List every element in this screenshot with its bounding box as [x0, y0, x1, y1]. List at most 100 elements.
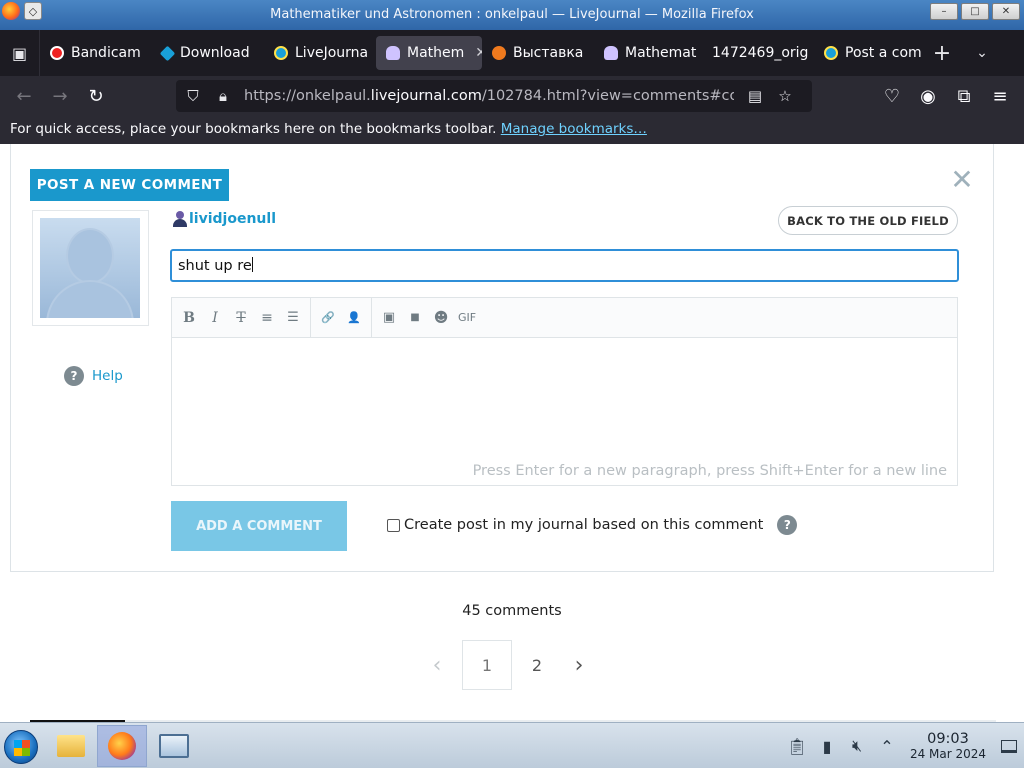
close-form-icon[interactable]: ✕ — [950, 166, 974, 194]
desktop-icon — [1001, 739, 1017, 753]
video-icon[interactable]: ■ — [402, 305, 428, 331]
editor-placeholder: Press Enter for a new paragraph, press S… — [472, 463, 947, 479]
crosspost-label[interactable]: Create post in my journal based on this … — [404, 517, 763, 533]
download-icon — [159, 45, 176, 61]
crosspost-option[interactable]: Create post in my journal based on this … — [387, 515, 798, 535]
tab-label: Mathemat — [625, 45, 697, 61]
manage-bookmarks-link[interactable]: Manage bookmarks… — [501, 121, 647, 137]
extensions-icon[interactable]: ⧉ — [946, 78, 982, 114]
strikethrough-icon[interactable]: T — [228, 305, 254, 331]
reload-button[interactable]: ↻ — [78, 78, 114, 114]
tab-mathematiker[interactable]: Mathemat — [594, 36, 702, 70]
start-button[interactable] — [4, 730, 38, 764]
lock-icon[interactable]: 🔒︎ — [214, 87, 232, 105]
editor-toolbar: B I T ≡ ☰ 🔗 👤 ▣ ■ ☻ GIF — [172, 297, 957, 338]
folder-icon — [57, 735, 85, 757]
tab-label: Download — [180, 45, 250, 61]
page-content: POST A NEW COMMENT ✕ ? Help lividjoenull… — [0, 144, 1024, 724]
page-1-button[interactable]: 1 — [462, 640, 512, 690]
user-avatar-frame — [32, 210, 149, 326]
question-icon[interactable]: ? — [777, 515, 798, 535]
ordered-list-icon[interactable]: ≡ — [254, 305, 280, 331]
pocket-icon[interactable]: ♡ — [874, 78, 910, 114]
tracking-protection-icon[interactable]: ⛉ — [184, 87, 202, 105]
windows-logo-icon — [14, 740, 30, 756]
tab-post-comment[interactable]: Post a com — [814, 36, 922, 70]
back-button[interactable]: ← — [6, 78, 42, 114]
post-new-comment-button[interactable]: POST A NEW COMMENT — [30, 169, 229, 201]
avatar — [40, 218, 140, 318]
page-2-button[interactable]: 2 — [512, 640, 562, 690]
navigation-toolbar: ← → ↻ ⛉ 🔒︎ https://onkelpaul.livejournal… — [0, 76, 1024, 116]
show-desktop-button[interactable] — [994, 739, 1024, 753]
firefox-icon — [108, 732, 136, 760]
clock-date: 24 Mar 2024 — [909, 747, 987, 761]
username[interactable]: lividjoenull — [189, 211, 276, 227]
url-text[interactable]: https://onkelpaul.livejournal.com/102784… — [244, 88, 734, 104]
window-titlebar: ◇ Mathematiker und Astronomen : onkelpau… — [0, 0, 1024, 30]
list-all-tabs-icon[interactable]: ⌄ — [962, 45, 1002, 61]
insert-group: 🔗 👤 — [311, 297, 372, 338]
tab-label: Выставка — [513, 45, 584, 61]
new-tab-button[interactable]: + — [922, 41, 962, 66]
taskbar-computer[interactable] — [149, 725, 199, 767]
comment-subject-input[interactable]: shut up re — [170, 249, 959, 282]
bookmark-star-icon[interactable]: ☆ — [776, 87, 794, 105]
bold-icon[interactable]: B — [176, 305, 202, 331]
person-icon — [604, 46, 618, 60]
comment-author[interactable]: lividjoenull — [173, 211, 276, 227]
gif-icon[interactable]: GIF — [454, 305, 480, 331]
help-link[interactable]: ? Help — [64, 366, 123, 386]
reader-view-icon[interactable]: ▤ — [746, 87, 764, 105]
tab-list-button[interactable]: ▣ — [0, 30, 40, 76]
livejournal-icon — [274, 46, 288, 60]
maximize-button[interactable]: □ — [961, 3, 989, 20]
tab-bandicam[interactable]: Bandicam — [40, 36, 152, 70]
taskbar: 📋︎ ▮ 🔇︎ ⌃ 09:03 24 Mar 2024 — [0, 722, 1024, 768]
chevron-left-icon[interactable]: ‹ — [420, 640, 454, 690]
comment-editor[interactable]: B I T ≡ ☰ 🔗 👤 ▣ ■ ☻ GIF Press Enter for … — [171, 297, 958, 486]
forward-button[interactable]: → — [42, 78, 78, 114]
tab-image[interactable]: 1472469_orig — [702, 36, 814, 70]
tab-strip: ▣ Bandicam Download LiveJourna Mathem ✕ … — [0, 30, 1024, 76]
chevron-right-icon[interactable]: › — [562, 640, 596, 690]
livejournal-icon — [824, 46, 838, 60]
link-icon[interactable]: 🔗 — [315, 305, 341, 331]
tab-label: Bandicam — [71, 45, 141, 61]
computer-icon — [159, 734, 189, 758]
toolbar-right: ♡ ◉ ⧉ ≡ — [874, 78, 1018, 114]
close-window-button[interactable]: ✕ — [992, 3, 1020, 20]
battery-icon[interactable]: ▮ — [812, 737, 842, 756]
chevron-up-icon[interactable]: ⌃ — [872, 737, 902, 756]
help-label: Help — [92, 368, 123, 384]
orange-icon — [492, 46, 506, 60]
image-icon[interactable]: ▣ — [376, 305, 402, 331]
window-title: Mathematiker und Astronomen : onkelpaul … — [270, 7, 754, 22]
account-icon[interactable]: ◉ — [910, 78, 946, 114]
tab-mathematiker-active[interactable]: Mathem ✕ — [376, 36, 482, 70]
tab-label: LiveJourna — [295, 45, 369, 61]
comments-count: 45 comments — [462, 603, 562, 619]
back-to-old-field-button[interactable]: BACK TO THE OLD FIELD — [778, 206, 958, 235]
taskbar-file-manager[interactable] — [46, 725, 96, 767]
tab-vystavka[interactable]: Выставка — [482, 36, 594, 70]
add-comment-button[interactable]: ADD A COMMENT — [171, 501, 347, 551]
italic-icon[interactable]: I — [202, 305, 228, 331]
url-bar[interactable]: ⛉ 🔒︎ https://onkelpaul.livejournal.com/1… — [176, 80, 812, 112]
user-mention-icon[interactable]: 👤 — [341, 305, 367, 331]
crosspost-checkbox[interactable] — [387, 518, 400, 532]
clipboard-icon[interactable]: 📋︎ — [782, 737, 812, 756]
close-tab-icon[interactable]: ✕ — [475, 45, 482, 61]
taskbar-firefox[interactable] — [97, 725, 147, 767]
clock[interactable]: 09:03 24 Mar 2024 — [902, 731, 994, 761]
emoji-icon[interactable]: ☻ — [428, 305, 454, 331]
bullet-list-icon[interactable]: ☰ — [280, 305, 306, 331]
user-icon — [173, 211, 187, 227]
volume-muted-icon[interactable]: 🔇︎ — [842, 736, 872, 756]
tab-livejournal[interactable]: LiveJourna — [264, 36, 376, 70]
bookmarks-hint: For quick access, place your bookmarks h… — [10, 121, 497, 137]
minimize-button[interactable]: – — [930, 3, 958, 20]
tab-label: Post a com — [845, 45, 922, 61]
tab-download[interactable]: Download — [152, 36, 264, 70]
hamburger-menu-icon[interactable]: ≡ — [982, 78, 1018, 114]
